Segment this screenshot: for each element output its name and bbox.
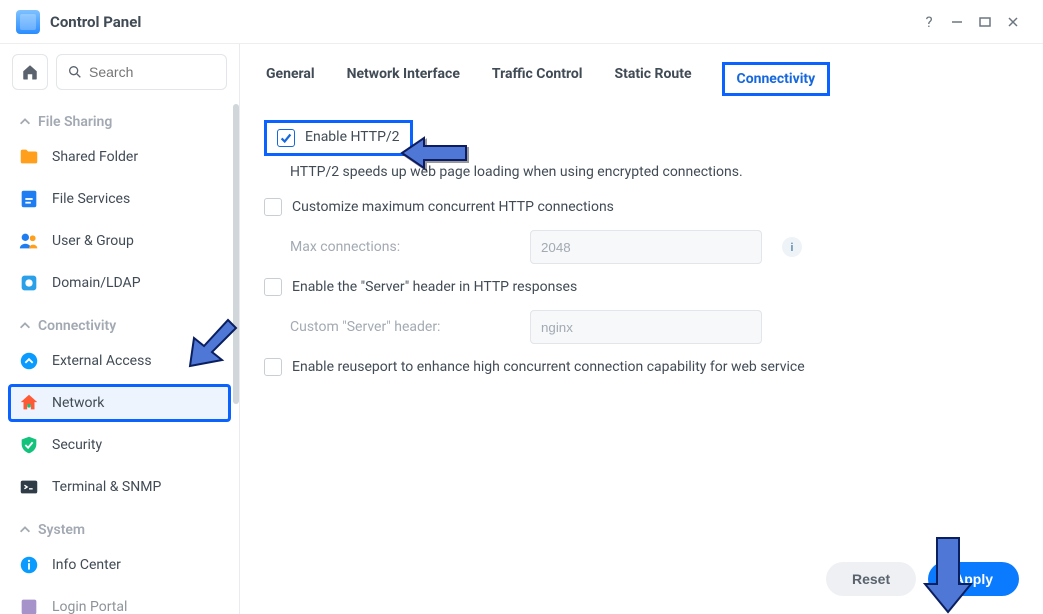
info-icon — [18, 554, 40, 576]
reset-button[interactable]: Reset — [826, 562, 916, 596]
users-icon — [18, 230, 40, 252]
tab-connectivity[interactable]: Connectivity — [722, 62, 831, 96]
max-conn-input[interactable] — [530, 230, 762, 264]
enable-server-header-label: Enable the "Server" header in HTTP respo… — [292, 279, 577, 295]
sidebar-item-label: Domain/LDAP — [52, 275, 141, 291]
customize-max-label: Customize maximum concurrent HTTP connec… — [292, 199, 614, 215]
sidebar-section-connectivity[interactable]: Connectivity — [0, 304, 239, 340]
search-input[interactable] — [89, 64, 216, 80]
sidebar-item-label: External Access — [52, 353, 152, 369]
sidebar-section-file-sharing[interactable]: File Sharing — [0, 100, 239, 136]
network-icon — [18, 392, 40, 414]
app-icon — [16, 10, 40, 34]
sidebar-item-shared-folder[interactable]: Shared Folder — [0, 136, 239, 178]
enable-http2-row[interactable]: Enable HTTP/2 — [264, 120, 413, 156]
customize-max-checkbox[interactable] — [264, 198, 282, 216]
http2-help-text: HTTP/2 speeds up web page loading when u… — [264, 164, 1019, 190]
tab-general[interactable]: General — [264, 62, 317, 96]
sidebar-item-label: Login Portal — [52, 599, 127, 614]
sidebar-item-terminal-snmp[interactable]: Terminal & SNMP — [0, 466, 239, 508]
sidebar-item-label: Shared Folder — [52, 149, 138, 165]
sidebar-item-label: Security — [52, 437, 102, 453]
enable-server-header-checkbox[interactable] — [264, 278, 282, 296]
sidebar-item-file-services[interactable]: File Services — [0, 178, 239, 220]
sidebar-item-domain-ldap[interactable]: Domain/LDAP — [0, 262, 239, 304]
sidebar-item-label: Network — [52, 395, 104, 411]
tab-static-route[interactable]: Static Route — [612, 62, 693, 96]
window-title: Control Panel — [50, 13, 141, 31]
domain-icon — [18, 272, 40, 294]
custom-header-label: Custom "Server" header: — [290, 319, 510, 335]
enable-http2-label: Enable HTTP/2 — [305, 129, 400, 147]
custom-header-input[interactable] — [530, 310, 762, 344]
portal-icon — [18, 596, 40, 614]
tab-network-interface[interactable]: Network Interface — [345, 62, 462, 96]
search-icon — [67, 64, 83, 80]
sidebar-item-login-portal[interactable]: Login Portal — [0, 586, 239, 614]
minimize-button[interactable] — [943, 8, 971, 36]
sidebar-item-external-access[interactable]: External Access — [0, 340, 239, 382]
enable-reuseport-label: Enable reuseport to enhance high concurr… — [292, 359, 805, 375]
folder-icon — [18, 146, 40, 168]
sidebar-item-info-center[interactable]: Info Center — [0, 544, 239, 586]
sidebar-item-label: User & Group — [52, 233, 134, 249]
sidebar-item-label: File Services — [52, 191, 130, 207]
sidebar-item-label: Info Center — [52, 557, 121, 573]
sidebar-item-label: Terminal & SNMP — [52, 479, 161, 495]
maximize-button[interactable] — [971, 8, 999, 36]
close-button[interactable] — [999, 8, 1027, 36]
link-icon — [18, 350, 40, 372]
enable-reuseport-checkbox[interactable] — [264, 358, 282, 376]
enable-http2-checkbox[interactable] — [277, 129, 295, 147]
search-input-wrap[interactable] — [56, 54, 227, 90]
apply-button[interactable]: Apply — [928, 562, 1019, 596]
chevron-up-icon — [18, 319, 32, 333]
chevron-up-icon — [18, 523, 32, 537]
info-tip-button[interactable]: i — [782, 237, 802, 257]
sidebar-section-system[interactable]: System — [0, 508, 239, 544]
max-conn-label: Max connections: — [290, 239, 510, 255]
tab-traffic-control[interactable]: Traffic Control — [490, 62, 585, 96]
terminal-icon — [18, 476, 40, 498]
sidebar-item-user-group[interactable]: User & Group — [0, 220, 239, 262]
chevron-up-icon — [18, 115, 32, 129]
home-button[interactable] — [12, 54, 48, 90]
file-services-icon — [18, 188, 40, 210]
home-icon — [21, 63, 39, 81]
shield-icon — [18, 434, 40, 456]
sidebar-scrollbar[interactable] — [233, 104, 239, 404]
help-button[interactable]: ? — [915, 8, 943, 36]
sidebar-item-network[interactable]: Network — [8, 384, 231, 422]
sidebar-item-security[interactable]: Security — [0, 424, 239, 466]
